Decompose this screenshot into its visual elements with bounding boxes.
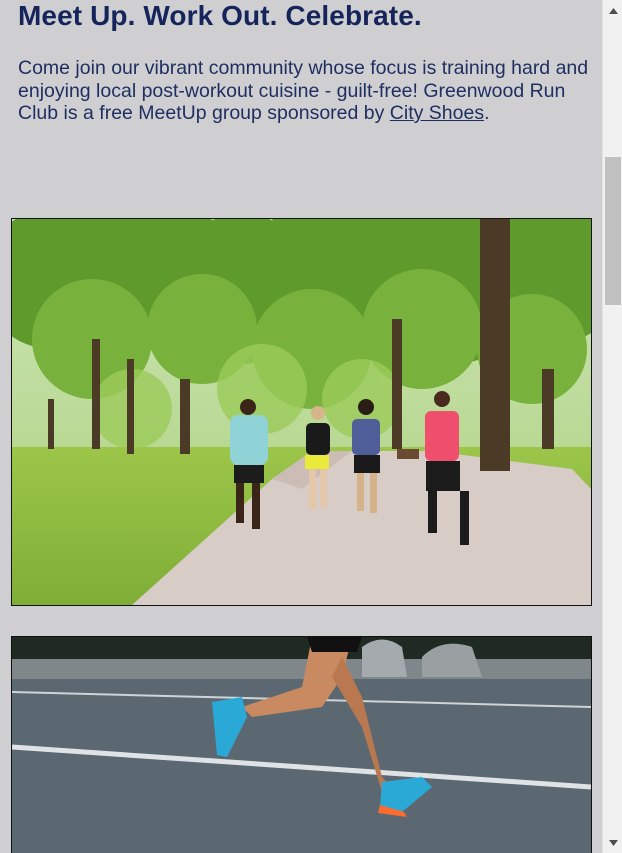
- caret-up-icon: [608, 7, 618, 14]
- runner-legs-image: [11, 636, 592, 853]
- runners-in-park-image: [11, 218, 592, 606]
- intro-text: Come join our vibrant community whose fo…: [18, 57, 589, 124]
- intro-suffix: .: [484, 102, 490, 124]
- scrollbar-thumb[interactable]: [605, 157, 621, 305]
- caret-down-icon: [608, 839, 618, 846]
- intro-paragraph: Come join our vibrant community whose fo…: [18, 57, 593, 125]
- vertical-scrollbar[interactable]: [602, 0, 622, 853]
- scroll-down-button[interactable]: [603, 834, 622, 851]
- page-heading: Meet Up. Work Out. Celebrate.: [18, 0, 422, 31]
- page-content: Meet Up. Work Out. Celebrate. Come join …: [0, 0, 602, 853]
- scroll-up-button[interactable]: [603, 2, 622, 19]
- city-shoes-link[interactable]: City Shoes: [390, 102, 484, 124]
